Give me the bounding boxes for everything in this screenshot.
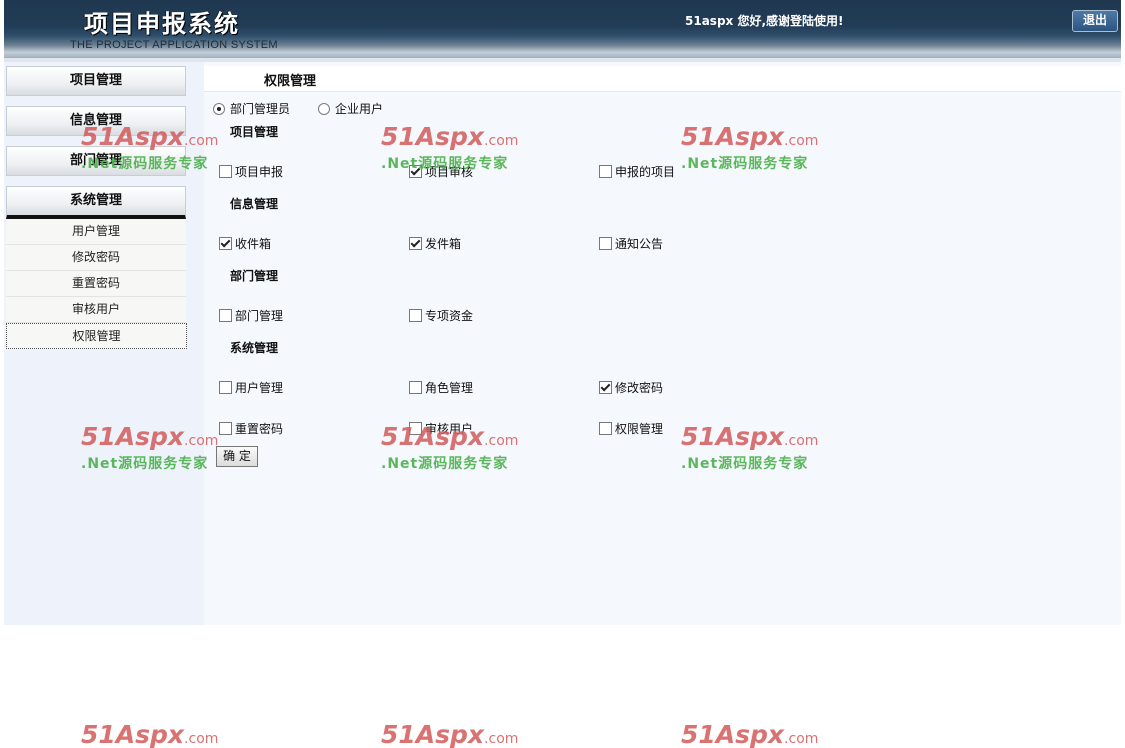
radio-label: 部门管理员 — [230, 102, 291, 116]
sidebar: 项目管理 信息管理 部门管理 系统管理 用户管理 修改密码 重置密码 审核用户 … — [4, 62, 204, 625]
checkbox-special-funds[interactable]: 专项资金 — [409, 307, 473, 324]
welcome-text: 51aspx 您好,感谢登陆使用! — [685, 14, 844, 28]
sidebar-item-review-users[interactable]: 审核用户 — [6, 297, 186, 323]
main-panel: 权限管理 部门管理员 企业用户 项目管理 项目申报 项目审核 申报的项目 信息管… — [204, 62, 1121, 625]
checkbox-label: 项目申报 — [235, 165, 284, 179]
logout-button[interactable]: 退出 — [1072, 10, 1118, 32]
checkbox-unchecked-icon — [599, 165, 612, 178]
checkbox-label: 权限管理 — [615, 422, 664, 436]
sidebar-group-system[interactable]: 系统管理 — [6, 186, 186, 219]
checkbox-label: 收件箱 — [235, 237, 272, 251]
checkbox-checked-icon — [219, 237, 232, 250]
section-title-project: 项目管理 — [230, 125, 279, 139]
sidebar-group-info[interactable]: 信息管理 — [6, 106, 186, 136]
app-subtitle: THE PROJECT APPLICATION SYSTEM — [70, 39, 278, 51]
confirm-button[interactable]: 确 定 — [216, 446, 258, 467]
role-radio-enterprise-user[interactable]: 企业用户 — [318, 100, 383, 117]
checkbox-label: 发件箱 — [425, 237, 462, 251]
checkbox-label: 修改密码 — [615, 381, 664, 395]
checkbox-unchecked-icon — [219, 381, 232, 394]
section-title-system: 系统管理 — [230, 341, 279, 355]
checkbox-label: 角色管理 — [425, 381, 474, 395]
checkbox-checked-icon — [409, 237, 422, 250]
checkbox-department-management[interactable]: 部门管理 — [219, 307, 283, 324]
watermark-logo: 51Aspx.com — [681, 722, 819, 748]
checkbox-checked-icon — [409, 165, 422, 178]
sidebar-group-department[interactable]: 部门管理 — [6, 146, 186, 176]
checkbox-label: 专项资金 — [425, 309, 474, 323]
sidebar-group-project[interactable]: 项目管理 — [6, 66, 186, 96]
checkbox-unchecked-icon — [219, 309, 232, 322]
checkbox-unchecked-icon — [409, 381, 422, 394]
checkbox-unchecked-icon — [219, 422, 232, 435]
checkbox-unchecked-icon — [599, 237, 612, 250]
checkbox-outbox[interactable]: 发件箱 — [409, 235, 461, 252]
checkbox-announcements[interactable]: 通知公告 — [599, 235, 663, 252]
checkbox-label: 部门管理 — [235, 309, 284, 323]
sidebar-item-reset-password[interactable]: 重置密码 — [6, 271, 186, 297]
watermark-logo: 51Aspx.com — [81, 722, 219, 748]
checkbox-unchecked-icon — [409, 422, 422, 435]
checkbox-unchecked-icon — [219, 165, 232, 178]
role-radio-department-admin[interactable]: 部门管理员 — [213, 100, 290, 117]
radio-selected-icon — [213, 102, 225, 115]
app-title: 项目申报系统 — [84, 10, 240, 38]
checkbox-inbox[interactable]: 收件箱 — [219, 235, 271, 252]
checkbox-project-review[interactable]: 项目审核 — [409, 163, 473, 180]
radio-unselected-icon — [318, 102, 330, 115]
checkbox-user-management[interactable]: 用户管理 — [219, 379, 283, 396]
page-title: 权限管理 — [264, 74, 317, 89]
section-title-department: 部门管理 — [230, 269, 279, 283]
checkbox-project-apply[interactable]: 项目申报 — [219, 163, 283, 180]
checkbox-label: 项目审核 — [425, 165, 474, 179]
sidebar-item-permission-management[interactable]: 权限管理 — [6, 323, 187, 349]
checkbox-change-password[interactable]: 修改密码 — [599, 379, 663, 396]
checkbox-label: 申报的项目 — [615, 165, 676, 179]
checkbox-unchecked-icon — [409, 309, 422, 322]
checkbox-applied-projects[interactable]: 申报的项目 — [599, 163, 675, 180]
checkbox-reset-password[interactable]: 重置密码 — [219, 420, 283, 437]
checkbox-checked-icon — [599, 381, 612, 394]
checkbox-label: 用户管理 — [235, 381, 284, 395]
checkbox-label: 审核用户 — [425, 422, 474, 436]
sidebar-item-change-password[interactable]: 修改密码 — [6, 245, 186, 271]
watermark-logo: 51Aspx.com — [381, 722, 519, 748]
page-title-bar: 权限管理 — [204, 66, 1121, 92]
checkbox-label: 通知公告 — [615, 237, 664, 251]
header-bar: 项目申报系统 THE PROJECT APPLICATION SYSTEM 51… — [4, 0, 1121, 58]
checkbox-review-users[interactable]: 审核用户 — [409, 420, 473, 437]
sidebar-item-user-management[interactable]: 用户管理 — [6, 219, 186, 245]
checkbox-label: 重置密码 — [235, 422, 284, 436]
section-title-info: 信息管理 — [230, 197, 279, 211]
checkbox-unchecked-icon — [599, 422, 612, 435]
checkbox-permission-management[interactable]: 权限管理 — [599, 420, 663, 437]
checkbox-role-management[interactable]: 角色管理 — [409, 379, 473, 396]
radio-label: 企业用户 — [335, 102, 384, 116]
